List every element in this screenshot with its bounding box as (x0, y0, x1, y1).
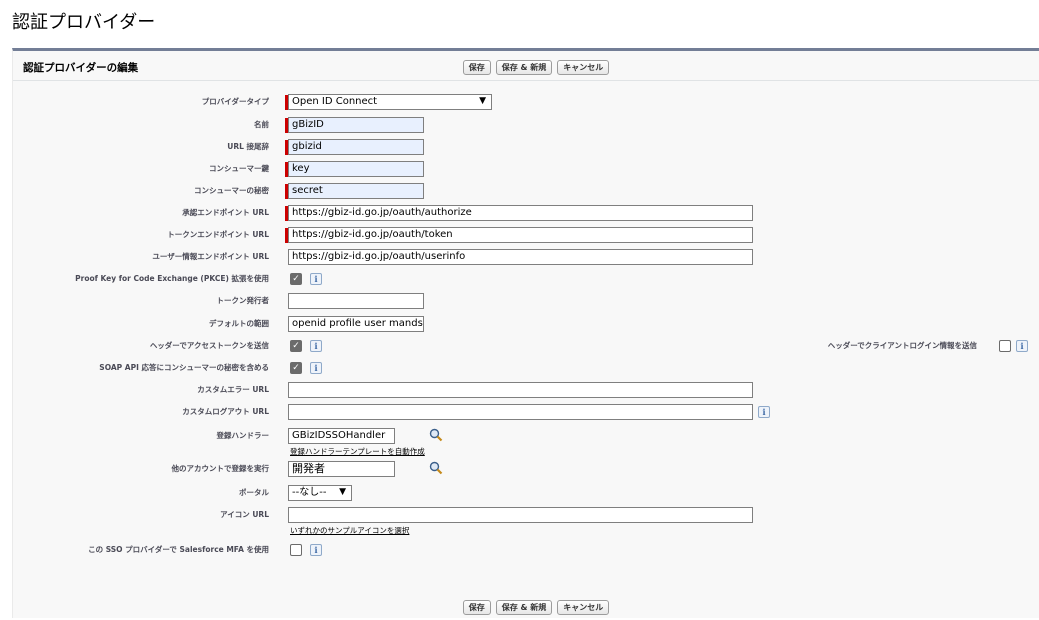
save-new-button[interactable]: 保存 & 新規 (495, 60, 553, 75)
row-consumer-key: コンシューマー鍵 key (13, 161, 1039, 179)
edit-panel: 認証プロバイダーの編集 保存 保存 & 新規 キャンセル プロバイダータイプ O… (12, 48, 1039, 618)
default-scopes-field[interactable]: openid profile user mands (288, 316, 424, 332)
execute-as-label: 他のアカウントで登録を実行 (171, 464, 270, 473)
custom-logout-url-field[interactable] (288, 404, 753, 420)
soap-secret-label: SOAP API 応答にコンシューマーの秘密を含める (99, 363, 269, 372)
cancel-button[interactable]: キャンセル (557, 600, 610, 615)
use-mfa-checkbox[interactable] (290, 544, 302, 556)
row-default-scopes: デフォルトの範囲 openid profile user mands (13, 316, 1039, 334)
userinfo-url-field[interactable]: https://gbiz-id.go.jp/oauth/userinfo (288, 249, 753, 265)
row-icon-url: アイコン URL (13, 507, 1039, 525)
userinfo-url-label: ユーザー情報エンドポイント URL (152, 252, 269, 261)
custom-error-url-label: カスタムエラー URL (197, 385, 269, 394)
provider-type-label: プロバイダータイプ (201, 97, 269, 106)
chevron-down-icon: ▼ (479, 96, 486, 106)
save-new-button[interactable]: 保存 & 新規 (495, 600, 553, 615)
use-mfa-label: この SSO プロバイダーで Salesforce MFA を使用 (88, 545, 269, 554)
execute-as-field[interactable]: 開発者 (288, 461, 395, 477)
custom-error-url-field[interactable] (288, 382, 753, 398)
provider-type-select[interactable]: Open ID Connect ▼ (288, 94, 492, 110)
row-userinfo-url: ユーザー情報エンドポイント URL https://gbiz-id.go.jp/… (13, 249, 1039, 267)
consumer-secret-label: コンシューマーの秘密 (194, 186, 269, 195)
send-access-token-label: ヘッダーでアクセストークンを送信 (149, 341, 269, 350)
token-url-field[interactable]: https://gbiz-id.go.jp/oauth/token (288, 227, 753, 243)
row-token-url: トークンエンドポイント URL https://gbiz-id.go.jp/oa… (13, 227, 1039, 245)
row-custom-logout-url: カスタムログアウト URL i (13, 404, 1039, 422)
icon-url-field[interactable] (288, 507, 753, 523)
bottom-button-bar: 保存 保存 & 新規 キャンセル (23, 600, 1039, 620)
registration-handler-label: 登録ハンドラー (216, 431, 270, 440)
consumer-key-field[interactable]: key (288, 161, 424, 177)
registration-handler-field[interactable]: GBizIDSSOHandler (288, 428, 395, 444)
portal-label: ポータル (239, 488, 269, 497)
token-url-label: トークンエンドポイント URL (167, 230, 269, 239)
row-provider-type: プロバイダータイプ Open ID Connect ▼ (13, 94, 1039, 112)
lookup-icon[interactable] (429, 461, 443, 475)
chevron-down-icon: ▼ (339, 487, 346, 497)
send-access-token-checkbox[interactable]: ✓ (290, 340, 302, 352)
row-use-mfa: この SSO プロバイダーで Salesforce MFA を使用 i (13, 542, 1039, 560)
default-scopes-label: デフォルトの範囲 (209, 319, 269, 328)
row-soap-secret: SOAP API 応答にコンシューマーの秘密を含める ✓ i (13, 360, 1039, 378)
sample-icon-link[interactable]: いずれかのサンプルアイコンを選択 (290, 525, 409, 536)
row-send-access-token: ヘッダーでアクセストークンを送信 ✓ i ヘッダーでクライアントログイン情報を送… (13, 338, 1039, 356)
row-url-suffix: URL 接尾辞 gbizid (13, 139, 1039, 157)
row-execute-as: 他のアカウントで登録を実行 開発者 (13, 461, 1039, 479)
pkce-checkbox[interactable]: ✓ (290, 273, 302, 285)
row-consumer-secret: コンシューマーの秘密 secret (13, 183, 1039, 201)
row-token-issuer: トークン発行者 (13, 293, 1039, 311)
info-icon[interactable]: i (310, 273, 322, 285)
info-icon[interactable]: i (310, 544, 322, 556)
pkce-label: Proof Key for Code Exchange (PKCE) 拡張を使用 (75, 274, 269, 283)
soap-secret-checkbox[interactable]: ✓ (290, 362, 302, 374)
info-icon[interactable]: i (310, 362, 322, 374)
row-name: 名前 gBizID (13, 117, 1039, 135)
name-label: 名前 (254, 120, 269, 129)
portal-value: --なし-- (292, 487, 327, 498)
portal-select[interactable]: --なし-- ▼ (288, 485, 352, 501)
lookup-icon[interactable] (429, 428, 443, 442)
top-button-bar: 保存 保存 & 新規 キャンセル (23, 60, 1039, 80)
icon-url-label: アイコン URL (220, 510, 269, 519)
save-button[interactable]: 保存 (462, 60, 491, 75)
row-authorize-url: 承認エンドポイント URL https://gbiz-id.go.jp/oaut… (13, 205, 1039, 223)
row-registration-handler: 登録ハンドラー GBizIDSSOHandler (13, 428, 1039, 446)
save-button[interactable]: 保存 (462, 600, 491, 615)
page-title: 認証プロバイダー (12, 12, 156, 33)
row-custom-error-url: カスタムエラー URL (13, 382, 1039, 400)
info-icon[interactable]: i (1016, 340, 1028, 352)
provider-type-value: Open ID Connect (292, 96, 378, 107)
info-icon[interactable]: i (758, 406, 770, 418)
consumer-secret-field[interactable]: secret (288, 183, 424, 199)
row-pkce: Proof Key for Code Exchange (PKCE) 拡張を使用… (13, 271, 1039, 289)
name-field[interactable]: gBizID (288, 117, 424, 133)
custom-logout-url-label: カスタムログアウト URL (182, 407, 269, 416)
authorize-url-field[interactable]: https://gbiz-id.go.jp/oauth/authorize (288, 205, 753, 221)
consumer-key-label: コンシューマー鍵 (209, 164, 269, 173)
url-suffix-label: URL 接尾辞 (227, 142, 269, 151)
token-issuer-label: トークン発行者 (216, 296, 270, 305)
row-portal: ポータル --なし-- ▼ (13, 485, 1039, 503)
send-client-credentials-label: ヘッダーでクライアントログイン情報を送信 (827, 341, 977, 350)
cancel-button[interactable]: キャンセル (557, 60, 610, 75)
registration-handler-template-link[interactable]: 登録ハンドラーテンプレートを自動作成 (290, 446, 425, 457)
token-issuer-field[interactable] (288, 293, 424, 309)
send-client-credentials-checkbox[interactable] (999, 340, 1011, 352)
info-icon[interactable]: i (310, 340, 322, 352)
url-suffix-field[interactable]: gbizid (288, 139, 424, 155)
authorize-url-label: 承認エンドポイント URL (182, 208, 269, 217)
